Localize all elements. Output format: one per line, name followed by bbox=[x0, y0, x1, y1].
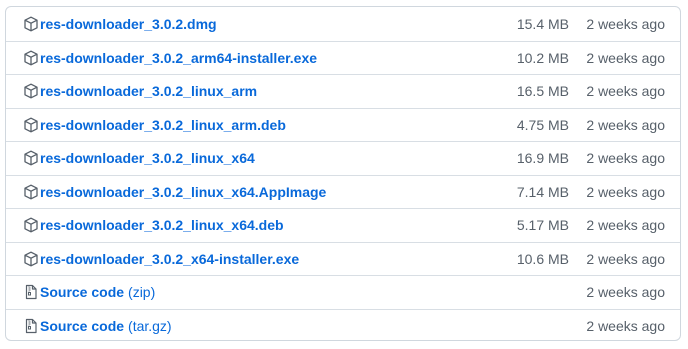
package-icon bbox=[23, 83, 39, 99]
package-icon bbox=[23, 150, 39, 166]
package-icon bbox=[23, 50, 39, 66]
asset-size: 10.6 MB bbox=[516, 250, 569, 267]
asset-row: res-downloader_3.0.2_linux_arm.deb 4.75 … bbox=[6, 107, 680, 142]
asset-date: 2 weeks ago bbox=[586, 284, 665, 301]
asset-row: Source code (zip) 2 weeks ago bbox=[6, 275, 680, 309]
file-zip-icon bbox=[23, 318, 39, 334]
asset-date: 2 weeks ago bbox=[586, 317, 665, 334]
asset-format: (tar.gz) bbox=[128, 317, 172, 334]
asset-date: 2 weeks ago bbox=[586, 49, 665, 66]
asset-row: Source code (tar.gz) 2 weeks ago bbox=[6, 308, 680, 341]
asset-size: 10.2 MB bbox=[516, 49, 569, 66]
source-code-zip-link[interactable]: Source code bbox=[40, 284, 124, 300]
asset-link[interactable]: res-downloader_3.0.2_linux_arm bbox=[40, 83, 257, 99]
asset-row: res-downloader_3.0.2_arm64-installer.exe… bbox=[6, 40, 680, 75]
asset-date: 2 weeks ago bbox=[586, 150, 665, 167]
package-icon bbox=[23, 251, 39, 267]
asset-link[interactable]: res-downloader_3.0.2_arm64-installer.exe bbox=[40, 50, 317, 66]
asset-row: res-downloader_3.0.2_x64-installer.exe 1… bbox=[6, 241, 680, 276]
asset-row: res-downloader_3.0.2_linux_x64.AppImage … bbox=[6, 174, 680, 209]
asset-row: res-downloader_3.0.2_linux_x64.deb 5.17 … bbox=[6, 208, 680, 242]
package-icon bbox=[23, 184, 39, 200]
asset-row: res-downloader_3.0.2.dmg 15.4 MB 2 weeks… bbox=[6, 7, 680, 41]
asset-link[interactable]: res-downloader_3.0.2_linux_x64.AppImage bbox=[40, 184, 326, 200]
asset-date: 2 weeks ago bbox=[586, 116, 665, 133]
asset-link[interactable]: res-downloader_3.0.2.dmg bbox=[40, 16, 217, 32]
package-icon bbox=[23, 16, 39, 32]
asset-link[interactable]: res-downloader_3.0.2_x64-installer.exe bbox=[40, 251, 299, 267]
source-code-targz-link[interactable]: Source code bbox=[40, 318, 124, 334]
asset-link[interactable]: res-downloader_3.0.2_linux_x64 bbox=[40, 150, 255, 166]
file-zip-icon bbox=[23, 284, 39, 300]
asset-date: 2 weeks ago bbox=[586, 217, 665, 234]
asset-size: 4.75 MB bbox=[516, 116, 569, 133]
asset-link[interactable]: res-downloader_3.0.2_linux_x64.deb bbox=[40, 217, 284, 233]
asset-date: 2 weeks ago bbox=[586, 250, 665, 267]
asset-date: 2 weeks ago bbox=[586, 183, 665, 200]
package-icon bbox=[23, 117, 39, 133]
asset-size: 15.4 MB bbox=[516, 15, 569, 32]
asset-format: (zip) bbox=[128, 284, 156, 301]
asset-link[interactable]: res-downloader_3.0.2_linux_arm.deb bbox=[40, 117, 286, 133]
package-icon bbox=[23, 217, 39, 233]
asset-row: res-downloader_3.0.2_linux_arm 16.5 MB 2… bbox=[6, 74, 680, 108]
asset-date: 2 weeks ago bbox=[586, 15, 665, 32]
asset-size: 7.14 MB bbox=[516, 183, 569, 200]
asset-size: 16.5 MB bbox=[516, 83, 569, 100]
asset-date: 2 weeks ago bbox=[586, 83, 665, 100]
asset-size: 5.17 MB bbox=[516, 217, 569, 234]
asset-size: 16.9 MB bbox=[516, 150, 569, 167]
release-assets-list: res-downloader_3.0.2.dmg 15.4 MB 2 weeks… bbox=[5, 6, 681, 341]
asset-row: res-downloader_3.0.2_linux_x64 16.9 MB 2… bbox=[6, 141, 680, 175]
